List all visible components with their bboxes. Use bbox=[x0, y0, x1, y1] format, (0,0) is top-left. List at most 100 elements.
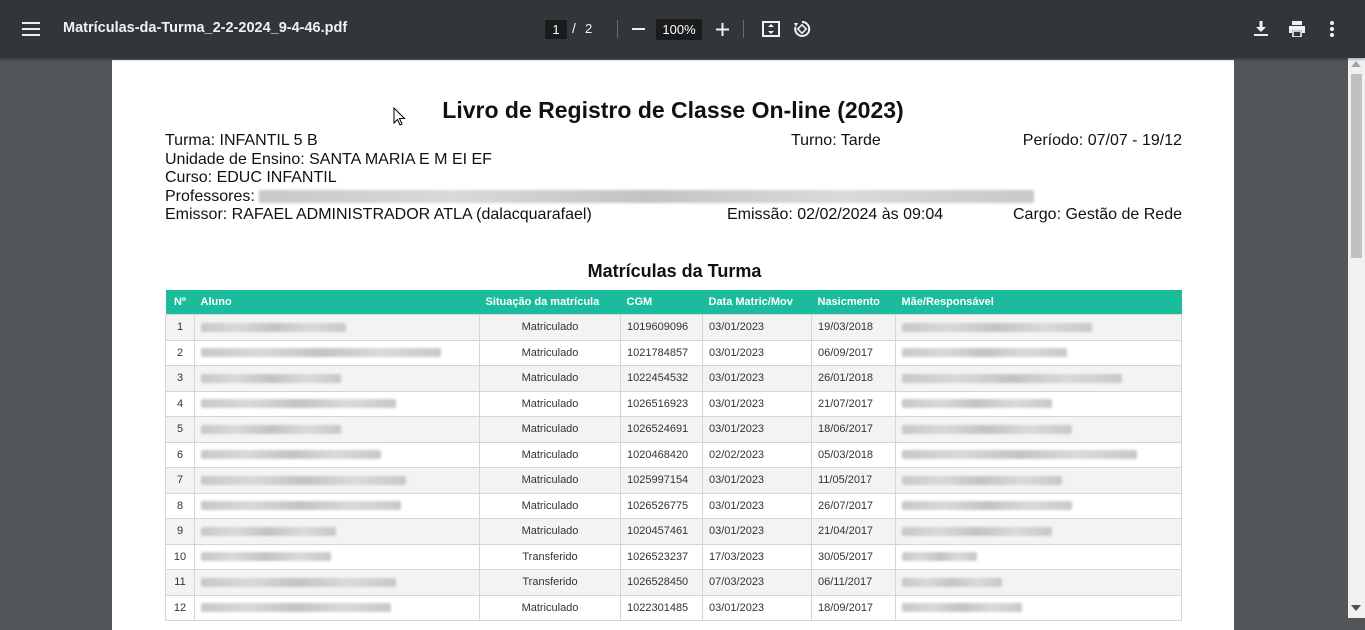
cell-cgm: 1025997154 bbox=[620, 467, 703, 494]
zoom-in-icon bbox=[715, 22, 729, 36]
cell-mae bbox=[895, 467, 1182, 494]
redacted-text bbox=[259, 190, 1035, 204]
menu-button[interactable] bbox=[14, 13, 48, 45]
zoom-in-button[interactable] bbox=[708, 15, 736, 43]
col-header-no: Nº bbox=[165, 290, 195, 315]
cell-no: 6 bbox=[165, 441, 195, 468]
cell-nascimento: 05/03/2018 bbox=[811, 441, 896, 468]
cell-situacao: Transferido bbox=[479, 569, 621, 596]
redacted-text bbox=[201, 577, 396, 587]
rotate-button[interactable] bbox=[788, 15, 816, 43]
cell-mae bbox=[895, 441, 1182, 468]
redacted-text bbox=[902, 450, 1137, 460]
redacted-text bbox=[201, 552, 331, 562]
cell-data: 03/01/2023 bbox=[702, 314, 812, 341]
cell-no: 10 bbox=[165, 543, 195, 570]
page-separator: / bbox=[572, 20, 576, 36]
document-title: Matrículas-da-Turma_2-2-2024_9-4-46.pdf bbox=[63, 20, 348, 36]
toolbar-divider bbox=[617, 20, 618, 38]
page-number-input[interactable]: 1 bbox=[545, 20, 567, 39]
zoom-out-button[interactable] bbox=[625, 15, 651, 43]
cell-mae bbox=[895, 543, 1182, 570]
cell-no: 8 bbox=[165, 492, 195, 519]
cell-aluno bbox=[194, 314, 480, 341]
table-row: 6 Matriculado 1020468420 02/02/2023 05/03/20… bbox=[165, 441, 1182, 468]
table-row: 10 Transferido 1026523237 17/03/2023 30/05/2… bbox=[165, 543, 1182, 570]
cell-cgm: 1026524691 bbox=[620, 416, 703, 443]
cell-cgm: 1026516923 bbox=[620, 390, 703, 417]
cell-nascimento: 11/05/2017 bbox=[811, 467, 896, 494]
turma-line: Turma: INFANTIL 5 B bbox=[165, 132, 318, 149]
curso-line: Curso: EDUC INFANTIL bbox=[165, 169, 337, 186]
cell-mae bbox=[895, 594, 1182, 621]
redacted-text bbox=[902, 577, 1002, 587]
cell-situacao: Matriculado bbox=[479, 594, 621, 621]
table-row: 12 Matriculado 1022301485 03/01/2023 18/09/2… bbox=[165, 594, 1182, 621]
redacted-text bbox=[201, 424, 341, 434]
scrollbar-thumb[interactable] bbox=[1351, 74, 1362, 258]
zoom-out-icon bbox=[631, 28, 645, 30]
redacted-text bbox=[902, 322, 1092, 332]
cell-data: 03/01/2023 bbox=[702, 492, 812, 519]
cell-data: 03/01/2023 bbox=[702, 365, 812, 392]
cell-aluno bbox=[194, 365, 480, 392]
cell-cgm: 1026528450 bbox=[620, 569, 703, 596]
cell-nascimento: 26/07/2017 bbox=[811, 492, 896, 519]
cell-mae bbox=[895, 365, 1182, 392]
rotate-icon bbox=[794, 20, 811, 37]
emissor-line: Emissor: RAFAEL ADMINISTRADOR ATLA (dala… bbox=[165, 206, 592, 223]
download-button[interactable] bbox=[1248, 15, 1274, 43]
cell-data: 03/01/2023 bbox=[702, 467, 812, 494]
redacted-text bbox=[201, 475, 406, 485]
table-row: 7 Matriculado 1025997154 03/01/2023 11/05/20… bbox=[165, 467, 1182, 494]
cell-data: 03/01/2023 bbox=[702, 416, 812, 443]
cell-situacao: Matriculado bbox=[479, 492, 621, 519]
cell-aluno bbox=[194, 441, 480, 468]
cell-aluno bbox=[194, 339, 480, 366]
redacted-text bbox=[201, 603, 391, 613]
table-row: 2 Matriculado 1021784857 03/01/2023 06/09/20… bbox=[165, 339, 1182, 366]
scroll-down-arrow-icon[interactable] bbox=[1351, 605, 1361, 611]
professores-line: Professores: bbox=[165, 188, 1035, 206]
cell-nascimento: 06/11/2017 bbox=[811, 569, 896, 596]
print-button[interactable] bbox=[1284, 15, 1310, 43]
cell-no: 7 bbox=[165, 467, 195, 494]
redacted-text bbox=[902, 373, 1122, 383]
pdf-toolbar: Matrículas-da-Turma_2-2-2024_9-4-46.pdf … bbox=[0, 0, 1365, 58]
fit-page-button[interactable] bbox=[757, 15, 785, 43]
cell-mae bbox=[895, 416, 1182, 443]
cell-mae bbox=[895, 314, 1182, 341]
redacted-text bbox=[201, 399, 396, 409]
cell-situacao: Matriculado bbox=[479, 467, 621, 494]
cell-cgm: 1020457461 bbox=[620, 518, 703, 545]
cell-no: 4 bbox=[165, 390, 195, 417]
more-options-button[interactable] bbox=[1321, 15, 1343, 43]
table-row: 4 Matriculado 1026516923 03/01/2023 21/07/20… bbox=[165, 390, 1182, 417]
cell-no: 3 bbox=[165, 365, 195, 392]
col-header-cgm: CGM bbox=[620, 290, 703, 315]
download-icon bbox=[1254, 21, 1268, 36]
redacted-text bbox=[902, 424, 1072, 434]
table-row: 8 Matriculado 1026526775 03/01/2023 26/07/20… bbox=[165, 492, 1182, 519]
enrollments-table: Nº Aluno Situação da matrícula CGM Data … bbox=[165, 290, 1182, 621]
col-header-nascimento: Nasicmento bbox=[811, 290, 896, 315]
cell-mae bbox=[895, 492, 1182, 519]
table-row: 9 Matriculado 1020457461 03/01/2023 21/04/20… bbox=[165, 518, 1182, 545]
scroll-up-arrow-icon[interactable] bbox=[1351, 61, 1361, 67]
zoom-input[interactable]: 100% bbox=[656, 19, 702, 40]
redacted-text bbox=[201, 450, 381, 460]
cell-aluno bbox=[194, 569, 480, 596]
cell-situacao: Transferido bbox=[479, 543, 621, 570]
cell-situacao: Matriculado bbox=[479, 390, 621, 417]
unidade-line: Unidade de Ensino: SANTA MARIA E M EI EF bbox=[165, 151, 492, 168]
cell-data: 17/03/2023 bbox=[702, 543, 812, 570]
redacted-text bbox=[201, 526, 336, 536]
cell-aluno bbox=[194, 467, 480, 494]
cell-cgm: 1022454532 bbox=[620, 365, 703, 392]
cell-cgm: 1019609096 bbox=[620, 314, 703, 341]
toolbar-divider bbox=[743, 20, 744, 38]
redacted-text bbox=[201, 348, 441, 358]
cell-nascimento: 18/06/2017 bbox=[811, 416, 896, 443]
cell-aluno bbox=[194, 594, 480, 621]
turno-line: Turno: Tarde bbox=[791, 132, 881, 149]
